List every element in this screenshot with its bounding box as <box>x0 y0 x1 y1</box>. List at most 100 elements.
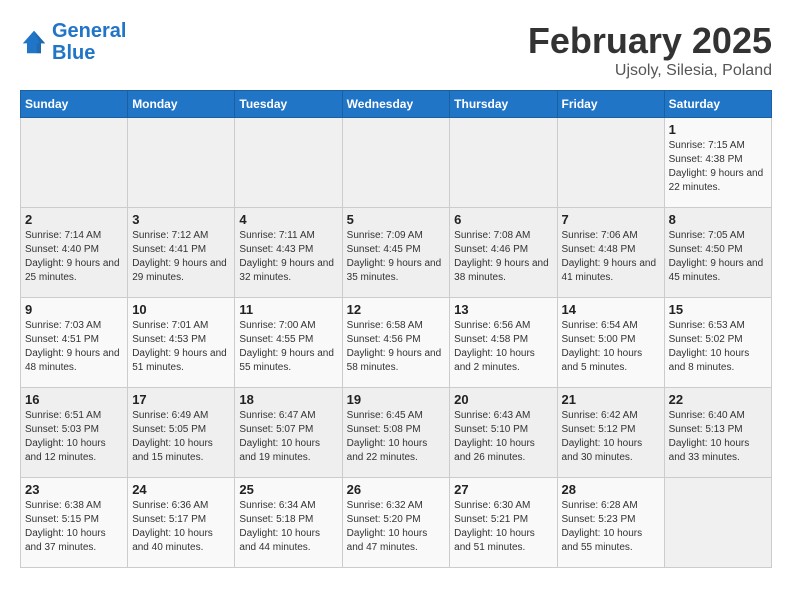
day-info: Sunrise: 6:43 AM Sunset: 5:10 PM Dayligh… <box>454 409 552 465</box>
calendar-header: SundayMondayTuesdayWednesdayThursdayFrid… <box>21 91 772 118</box>
day-info: Sunrise: 7:14 AM Sunset: 4:40 PM Dayligh… <box>25 229 123 285</box>
calendar-cell: 1Sunrise: 7:15 AM Sunset: 4:38 PM Daylig… <box>664 118 771 208</box>
weekday-header-wednesday: Wednesday <box>342 91 450 118</box>
day-number: 27 <box>454 482 552 497</box>
day-number: 24 <box>132 482 230 497</box>
day-number: 19 <box>347 392 446 407</box>
day-info: Sunrise: 7:03 AM Sunset: 4:51 PM Dayligh… <box>25 319 123 375</box>
calendar-cell: 8Sunrise: 7:05 AM Sunset: 4:50 PM Daylig… <box>664 208 771 298</box>
calendar-cell: 13 Sunrise: 6:56 AM Sunset: 4:58 PM Dayli… <box>450 298 557 388</box>
calendar-cell <box>235 118 342 208</box>
weekday-header-monday: Monday <box>128 91 235 118</box>
day-info: Sunrise: 7:11 AM Sunset: 4:43 PM Dayligh… <box>239 229 337 285</box>
day-number: 15 <box>669 302 767 317</box>
month-title: February 2025 <box>528 20 772 62</box>
calendar-cell <box>342 118 450 208</box>
calendar-cell: 26 Sunrise: 6:32 AM Sunset: 5:20 PM Dayli… <box>342 478 450 568</box>
day-info: Sunrise: 6:54 AM Sunset: 5:00 PM Dayligh… <box>562 319 660 375</box>
calendar-cell: 21 Sunrise: 6:42 AM Sunset: 5:12 PM Dayli… <box>557 388 664 478</box>
weekday-header-tuesday: Tuesday <box>235 91 342 118</box>
weekday-header-sunday: Sunday <box>21 91 128 118</box>
day-number: 11 <box>239 302 337 317</box>
day-number: 16 <box>25 392 123 407</box>
calendar-week-1: 1Sunrise: 7:15 AM Sunset: 4:38 PM Daylig… <box>21 118 772 208</box>
day-info: Sunrise: 7:09 AM Sunset: 4:45 PM Dayligh… <box>347 229 446 285</box>
day-info: Sunrise: 6:30 AM Sunset: 5:21 PM Dayligh… <box>454 499 552 555</box>
day-info: Sunrise: 7:05 AM Sunset: 4:50 PM Dayligh… <box>669 229 767 285</box>
calendar-cell: 11Sunrise: 7:00 AM Sunset: 4:55 PM Dayli… <box>235 298 342 388</box>
calendar-cell: 23 Sunrise: 6:38 AM Sunset: 5:15 PM Dayli… <box>21 478 128 568</box>
calendar-cell: 4Sunrise: 7:11 AM Sunset: 4:43 PM Daylig… <box>235 208 342 298</box>
day-number: 22 <box>669 392 767 407</box>
day-info: Sunrise: 6:49 AM Sunset: 5:05 PM Dayligh… <box>132 409 230 465</box>
day-info: Sunrise: 6:51 AM Sunset: 5:03 PM Dayligh… <box>25 409 123 465</box>
title-block: February 2025 Ujsoly, Silesia, Poland <box>528 20 772 80</box>
location: Ujsoly, Silesia, Poland <box>528 62 772 80</box>
day-info: Sunrise: 6:45 AM Sunset: 5:08 PM Dayligh… <box>347 409 446 465</box>
calendar-week-5: 23 Sunrise: 6:38 AM Sunset: 5:15 PM Dayli… <box>21 478 772 568</box>
day-info: Sunrise: 6:28 AM Sunset: 5:23 PM Dayligh… <box>562 499 660 555</box>
day-number: 10 <box>132 302 230 317</box>
calendar-cell: 14 Sunrise: 6:54 AM Sunset: 5:00 PM Dayli… <box>557 298 664 388</box>
day-info: Sunrise: 6:56 AM Sunset: 4:58 PM Dayligh… <box>454 319 552 375</box>
calendar-cell: 27 Sunrise: 6:30 AM Sunset: 5:21 PM Dayli… <box>450 478 557 568</box>
day-number: 7 <box>562 212 660 227</box>
calendar-week-2: 2 Sunrise: 7:14 AM Sunset: 4:40 PM Daylig… <box>21 208 772 298</box>
calendar-cell: 10 Sunrise: 7:01 AM Sunset: 4:53 PM Dayli… <box>128 298 235 388</box>
weekday-header-friday: Friday <box>557 91 664 118</box>
calendar-cell <box>128 118 235 208</box>
day-info: Sunrise: 6:53 AM Sunset: 5:02 PM Dayligh… <box>669 319 767 375</box>
day-info: Sunrise: 6:40 AM Sunset: 5:13 PM Dayligh… <box>669 409 767 465</box>
calendar-cell: 3 Sunrise: 7:12 AM Sunset: 4:41 PM Daylig… <box>128 208 235 298</box>
calendar-cell: 25 Sunrise: 6:34 AM Sunset: 5:18 PM Dayli… <box>235 478 342 568</box>
logo-icon <box>20 28 48 56</box>
day-info: Sunrise: 7:12 AM Sunset: 4:41 PM Dayligh… <box>132 229 230 285</box>
calendar-cell <box>21 118 128 208</box>
day-number: 26 <box>347 482 446 497</box>
calendar-cell <box>557 118 664 208</box>
calendar-week-3: 9Sunrise: 7:03 AM Sunset: 4:51 PM Daylig… <box>21 298 772 388</box>
day-info: Sunrise: 7:01 AM Sunset: 4:53 PM Dayligh… <box>132 319 230 375</box>
day-number: 6 <box>454 212 552 227</box>
calendar-cell: 15 Sunrise: 6:53 AM Sunset: 5:02 PM Dayli… <box>664 298 771 388</box>
calendar-cell: 9Sunrise: 7:03 AM Sunset: 4:51 PM Daylig… <box>21 298 128 388</box>
page-header: General Blue February 2025 Ujsoly, Siles… <box>20 20 772 80</box>
day-number: 1 <box>669 122 767 137</box>
calendar-cell: 7Sunrise: 7:06 AM Sunset: 4:48 PM Daylig… <box>557 208 664 298</box>
calendar-week-4: 16 Sunrise: 6:51 AM Sunset: 5:03 PM Dayli… <box>21 388 772 478</box>
day-number: 2 <box>25 212 123 227</box>
day-info: Sunrise: 7:08 AM Sunset: 4:46 PM Dayligh… <box>454 229 552 285</box>
day-number: 14 <box>562 302 660 317</box>
day-info: Sunrise: 6:36 AM Sunset: 5:17 PM Dayligh… <box>132 499 230 555</box>
day-number: 3 <box>132 212 230 227</box>
day-number: 25 <box>239 482 337 497</box>
calendar-cell: 22 Sunrise: 6:40 AM Sunset: 5:13 PM Dayli… <box>664 388 771 478</box>
calendar-cell: 17 Sunrise: 6:49 AM Sunset: 5:05 PM Dayli… <box>128 388 235 478</box>
day-info: Sunrise: 6:38 AM Sunset: 5:15 PM Dayligh… <box>25 499 123 555</box>
calendar-table: SundayMondayTuesdayWednesdayThursdayFrid… <box>20 90 772 568</box>
calendar-cell: 16 Sunrise: 6:51 AM Sunset: 5:03 PM Dayli… <box>21 388 128 478</box>
day-info: Sunrise: 6:34 AM Sunset: 5:18 PM Dayligh… <box>239 499 337 555</box>
day-number: 21 <box>562 392 660 407</box>
calendar-cell: 24 Sunrise: 6:36 AM Sunset: 5:17 PM Dayli… <box>128 478 235 568</box>
day-info: Sunrise: 6:58 AM Sunset: 4:56 PM Dayligh… <box>347 319 446 375</box>
day-number: 23 <box>25 482 123 497</box>
day-number: 13 <box>454 302 552 317</box>
calendar-cell: 18Sunrise: 6:47 AM Sunset: 5:07 PM Dayli… <box>235 388 342 478</box>
day-number: 17 <box>132 392 230 407</box>
day-number: 28 <box>562 482 660 497</box>
calendar-cell <box>664 478 771 568</box>
day-info: Sunrise: 6:47 AM Sunset: 5:07 PM Dayligh… <box>239 409 337 465</box>
day-number: 12 <box>347 302 446 317</box>
logo: General Blue <box>20 20 126 64</box>
calendar-cell: 19 Sunrise: 6:45 AM Sunset: 5:08 PM Dayli… <box>342 388 450 478</box>
day-number: 5 <box>347 212 446 227</box>
day-info: Sunrise: 6:42 AM Sunset: 5:12 PM Dayligh… <box>562 409 660 465</box>
logo-text: General Blue <box>52 20 126 64</box>
calendar-cell: 20Sunrise: 6:43 AM Sunset: 5:10 PM Dayli… <box>450 388 557 478</box>
calendar-cell <box>450 118 557 208</box>
weekday-header-saturday: Saturday <box>664 91 771 118</box>
day-info: Sunrise: 6:32 AM Sunset: 5:20 PM Dayligh… <box>347 499 446 555</box>
calendar-cell: 5 Sunrise: 7:09 AM Sunset: 4:45 PM Daylig… <box>342 208 450 298</box>
calendar-cell: 12 Sunrise: 6:58 AM Sunset: 4:56 PM Dayli… <box>342 298 450 388</box>
